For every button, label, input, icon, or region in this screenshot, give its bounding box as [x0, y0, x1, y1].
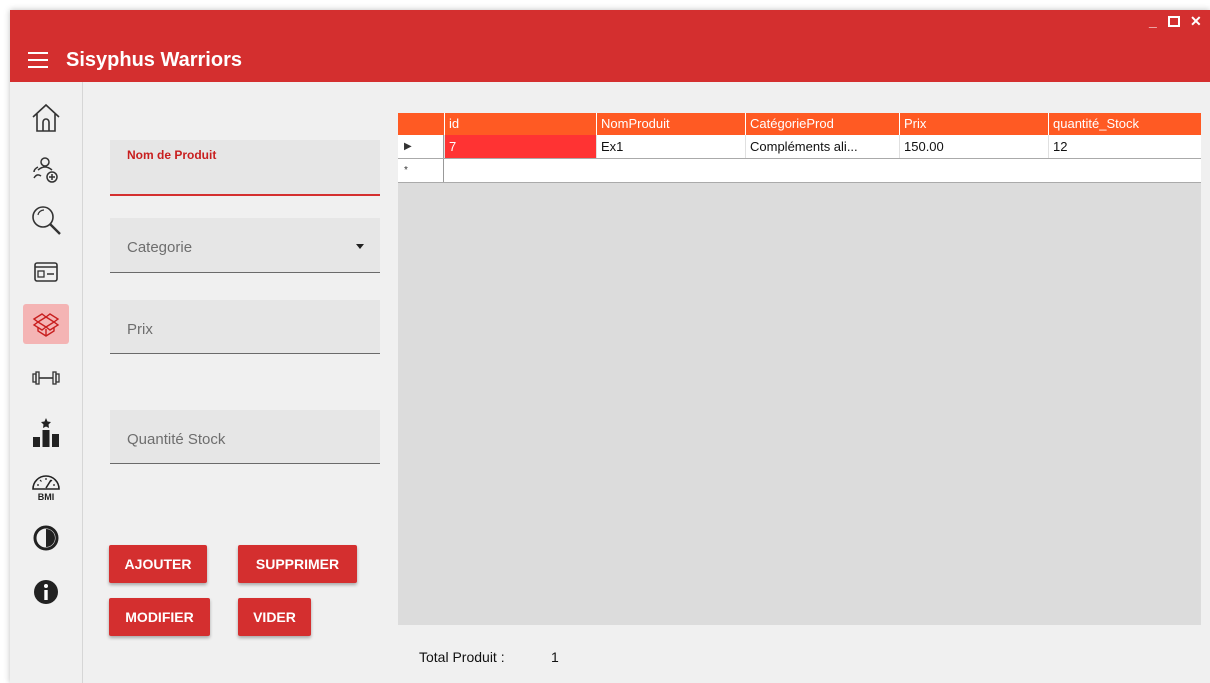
contrast-icon: [33, 525, 59, 551]
cell-prix[interactable]: 150.00: [899, 135, 1048, 158]
close-button[interactable]: ✕: [1190, 14, 1202, 28]
column-header-quantite-stock[interactable]: quantité_Stock: [1048, 113, 1201, 135]
app-title: Sisyphus Warriors: [66, 49, 242, 71]
ranking-icon: [33, 418, 59, 447]
cell-nomproduit[interactable]: Ex1: [596, 135, 745, 158]
add-members-icon: [33, 157, 58, 183]
svg-text:BMI: BMI: [38, 492, 55, 502]
table-header: id NomProduit CatégorieProd Prix quantit…: [398, 113, 1201, 135]
quantite-stock-field[interactable]: Quantité Stock: [110, 410, 380, 464]
column-header-nomproduit[interactable]: NomProduit: [596, 113, 745, 135]
nav-contrast[interactable]: [23, 518, 69, 558]
bmi-icon: BMI: [32, 475, 60, 502]
minimize-button[interactable]: _: [1149, 14, 1157, 28]
new-row-selector[interactable]: *: [398, 159, 444, 182]
nav-bmi[interactable]: BMI: [23, 466, 69, 506]
ajouter-button[interactable]: AJOUTER: [109, 545, 207, 583]
search-icon: [32, 206, 61, 235]
cell-categorieprod[interactable]: Compléments ali...: [745, 135, 899, 158]
nav-card[interactable]: [23, 252, 69, 292]
row-selector[interactable]: ▶: [398, 135, 444, 158]
cell-id[interactable]: 7: [444, 135, 596, 158]
title-bar: Sisyphus Warriors _ ✕: [10, 10, 1210, 82]
supprimer-button[interactable]: SUPPRIMER: [238, 545, 357, 583]
categorie-dropdown[interactable]: Categorie: [110, 218, 380, 273]
cell-quantite-stock[interactable]: 12: [1048, 135, 1201, 158]
nav-ranking[interactable]: [23, 412, 69, 452]
nom-produit-field[interactable]: Nom de Produit: [110, 140, 380, 196]
home-icon: [32, 103, 60, 132]
nav-add-members[interactable]: [23, 150, 69, 190]
app-window: Sisyphus Warriors _ ✕ BMI Nom de Produit…: [10, 10, 1210, 683]
sidebar: BMI: [10, 82, 83, 683]
categorie-label: Categorie: [127, 239, 193, 256]
chevron-down-icon: [356, 244, 364, 249]
nav-search[interactable]: [23, 200, 69, 240]
column-header-id[interactable]: id: [444, 113, 596, 135]
maximize-icon: [1168, 16, 1180, 27]
table-row[interactable]: ▶ 7 Ex1 Compléments ali... 150.00 12: [398, 135, 1201, 159]
info-icon: [34, 580, 58, 604]
nav-info[interactable]: [23, 572, 69, 612]
quantite-stock-label: Quantité Stock: [127, 431, 226, 448]
column-header-prix[interactable]: Prix: [899, 113, 1048, 135]
prix-label: Prix: [127, 321, 153, 338]
products-table[interactable]: id NomProduit CatégorieProd Prix quantit…: [398, 113, 1201, 625]
prix-field[interactable]: Prix: [110, 300, 380, 354]
nav-home[interactable]: [23, 98, 69, 138]
total-produit-label: Total Produit :: [419, 649, 505, 665]
column-header-categorieprod[interactable]: CatégorieProd: [745, 113, 899, 135]
dumbbell-icon: [32, 371, 60, 385]
products-box-icon: [32, 313, 60, 337]
card-icon: [34, 262, 58, 282]
nom-produit-label: Nom de Produit: [127, 148, 217, 162]
total-produit-value: 1: [551, 649, 559, 665]
modifier-button[interactable]: MODIFIER: [109, 598, 210, 636]
new-row[interactable]: *: [398, 159, 1201, 183]
nav-products[interactable]: [23, 304, 69, 344]
vider-button[interactable]: VIDER: [238, 598, 311, 636]
maximize-button[interactable]: [1168, 15, 1180, 29]
hamburger-menu-icon[interactable]: [28, 52, 52, 70]
nav-dumbbell[interactable]: [23, 358, 69, 398]
